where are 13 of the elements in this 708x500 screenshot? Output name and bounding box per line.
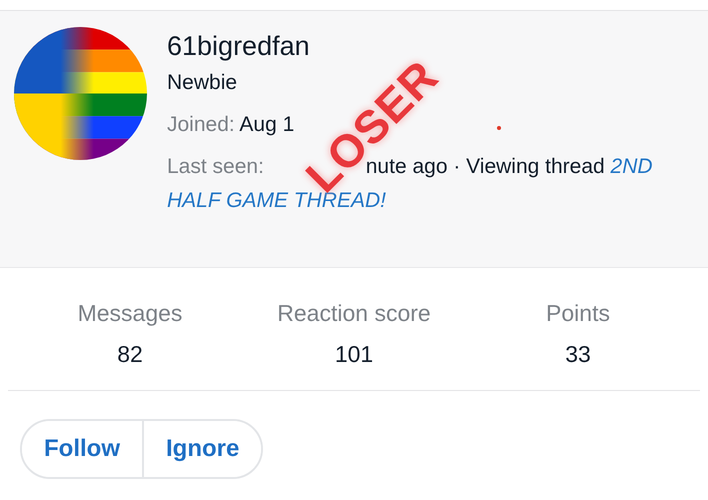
stat-label: Points: [546, 300, 610, 327]
joined-date: Aug 1: [239, 113, 294, 136]
ignore-button[interactable]: Ignore: [142, 421, 262, 477]
thread-link[interactable]: 2ND: [610, 155, 653, 178]
username: 61bigredfan: [167, 30, 311, 63]
stat-label: Messages: [78, 300, 182, 327]
last-seen-label: Last seen:: [167, 155, 264, 178]
stat-label: Reaction score: [277, 300, 431, 327]
stat-value: 82: [117, 341, 143, 368]
stat-value: 101: [334, 341, 374, 368]
dot-mark: [497, 126, 501, 130]
joined-label: Joined:: [167, 113, 235, 136]
stat-value: 33: [565, 341, 591, 368]
